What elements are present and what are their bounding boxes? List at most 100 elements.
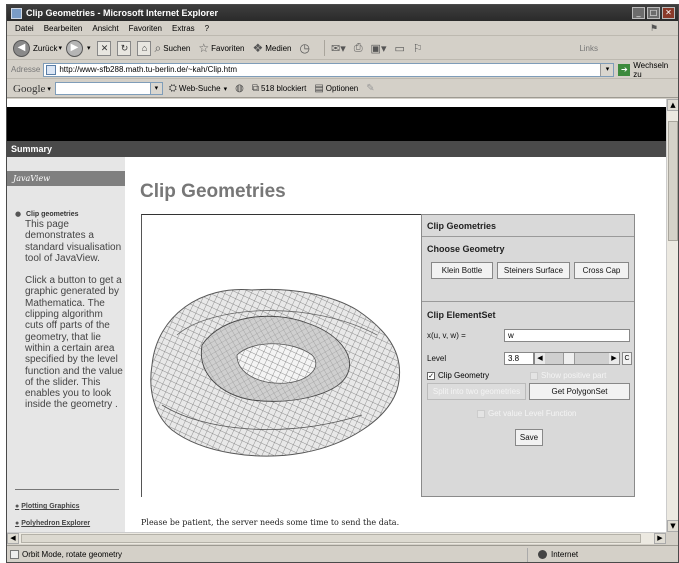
messenger-icon[interactable]: ⚐ (413, 42, 423, 55)
links-label[interactable]: Links (579, 44, 598, 53)
highlight-pen-icon[interactable]: ✎ (366, 83, 374, 94)
star-icon: ☆ (198, 41, 210, 55)
discuss-icon[interactable]: ▭ (394, 42, 404, 55)
status-bar: Orbit Mode, rotate geometry Internet (7, 545, 678, 562)
address-url[interactable]: http://www-sfb288.math.tu-berlin.de/~kah… (59, 65, 237, 74)
web-search-label: Web-Suche (178, 84, 221, 93)
back-arrow-icon[interactable]: ◀ (13, 39, 30, 57)
show-positive-label: Show positive part (541, 371, 607, 380)
klein-bottle-mesh (150, 288, 401, 457)
address-dropdown-icon[interactable]: ▾ (600, 63, 614, 76)
edit-icon[interactable]: ▣▾ (371, 42, 387, 55)
menu-extras[interactable]: Extras (172, 24, 195, 33)
go-button[interactable]: ➔ Wechseln zu (618, 61, 678, 79)
horizontal-scrollbar[interactable]: ◀ ▶ (7, 532, 666, 544)
scroll-up-icon[interactable]: ▲ (667, 99, 678, 111)
pagerank-icon[interactable]: ◍ (235, 83, 244, 94)
scroll-right-icon[interactable]: ▶ (654, 533, 666, 544)
patience-note: Please be patient, the server needs some… (141, 518, 400, 527)
level-value-input[interactable] (504, 352, 534, 365)
window-title: Clip Geometries - Microsoft Internet Exp… (26, 8, 219, 18)
level-label: Level (427, 354, 447, 363)
get-level-function-label: Get value Level Function (488, 409, 577, 418)
clip-geometry-label: Clip Geometry (438, 371, 490, 380)
menu-favoriten[interactable]: Favoriten (129, 24, 162, 33)
scroll-down-icon[interactable]: ▼ (667, 520, 678, 532)
clip-geometry-checkbox[interactable]: ✓ Clip Geometry (427, 371, 489, 380)
forward-dropdown-icon[interactable]: ▾ (87, 44, 91, 52)
steiners-surface-button[interactable]: Steiners Surface (497, 262, 570, 279)
horizontal-scroll-thumb[interactable] (21, 534, 641, 543)
address-input[interactable]: http://www-sfb288.math.tu-berlin.de/~kah… (43, 62, 615, 77)
stop-icon[interactable]: ✕ (97, 40, 112, 56)
refresh-icon[interactable]: ↻ (117, 40, 132, 56)
go-label: Wechseln zu (633, 60, 669, 79)
google-logo[interactable]: Google (13, 83, 45, 95)
web-search-button[interactable]: ⛭ Web-Suche ▾ (169, 83, 227, 94)
slider-right-arrow-icon[interactable]: ▶ (609, 353, 619, 364)
forward-arrow-icon[interactable]: ▶ (65, 39, 83, 57)
address-label: Adresse (11, 65, 41, 74)
get-polygonset-button[interactable]: Get PolygonSet (529, 383, 630, 400)
choose-geometry-heading: Choose Geometry (427, 244, 505, 254)
vertical-scrollbar[interactable]: ▲ ▼ (666, 99, 678, 532)
google-search-dropdown-icon[interactable]: ▾ (150, 82, 163, 95)
back-button-label[interactable]: Zurück (33, 44, 57, 53)
scroll-left-icon[interactable]: ◀ (7, 533, 19, 544)
get-level-function-checkbox[interactable]: Get value Level Function (477, 409, 577, 418)
klein-bottle-button[interactable]: Klein Bottle (431, 262, 493, 279)
google-search-input[interactable] (54, 82, 151, 95)
favorites-button-label: Favoriten (211, 43, 245, 53)
window-controls: _ □ ✕ (632, 7, 675, 19)
show-positive-checkbox[interactable]: Show positive part (530, 371, 606, 380)
print-icon[interactable]: ⎙ (354, 42, 363, 55)
split-geometries-button[interactable]: Split into two geometries (427, 383, 526, 400)
media-button[interactable]: ❖ Medien (252, 41, 291, 55)
options-button[interactable]: ▤ Optionen (314, 83, 358, 94)
magnifier-icon: ⌕ (154, 40, 162, 55)
menu-help[interactable]: ? (205, 24, 209, 33)
ie-app-icon (11, 7, 22, 19)
popup-blocker-button[interactable]: ⧉ 518 blockiert (252, 83, 307, 94)
scroll-corner (666, 532, 678, 544)
nav-link-plotting-graphics[interactable]: ● Plotting Graphics (15, 503, 80, 510)
level-slider[interactable]: ◀ ▶ (534, 352, 620, 365)
nav-current-item: ● Clip geometries This page demonstrates… (15, 209, 123, 422)
level-c-button[interactable]: C (622, 352, 632, 365)
google-menu-icon[interactable]: ▾ (47, 85, 51, 93)
close-button[interactable]: ✕ (662, 7, 675, 19)
clip-control-panel: Clip Geometries Choose Geometry Klein Bo… (421, 214, 635, 497)
favorites-button[interactable]: ☆ Favoriten (198, 41, 244, 55)
left-navigation: JavaView ● Clip geometries This page dem… (7, 157, 125, 532)
vertical-scroll-thumb[interactable] (668, 121, 678, 241)
toolbar-separator (323, 40, 325, 56)
slider-thumb[interactable] (563, 353, 576, 364)
nav-description-2: Click a button to get a graphic generate… (25, 275, 123, 411)
slider-left-arrow-icon[interactable]: ◀ (535, 353, 545, 364)
menu-ansicht[interactable]: Ansicht (92, 24, 118, 33)
menu-datei[interactable]: Datei (15, 24, 34, 33)
home-icon[interactable]: ⌂ (137, 40, 152, 56)
cross-cap-button[interactable]: Cross Cap (574, 262, 629, 279)
status-text: Orbit Mode, rotate geometry (22, 550, 123, 559)
geometry-viewer-canvas[interactable] (141, 214, 421, 497)
nav-link-polyhedron-explorer[interactable]: ● Polyhedron Explorer (15, 520, 90, 527)
zone-label: Internet (551, 550, 579, 559)
xuvw-input[interactable] (504, 329, 630, 342)
header-banner (7, 107, 666, 141)
back-dropdown-icon[interactable]: ▾ (58, 44, 62, 52)
maximize-button[interactable]: □ (647, 7, 660, 19)
check-icon: ✓ (427, 371, 435, 380)
popup-blocked-label: 518 blockiert (260, 84, 307, 93)
minimize-button[interactable]: _ (632, 7, 645, 19)
mail-icon[interactable]: ✉▾ (331, 42, 346, 55)
history-icon[interactable]: ◷ (300, 41, 310, 55)
panel-header: Clip Geometries (427, 221, 497, 231)
media-icon: ❖ (252, 41, 264, 55)
save-button[interactable]: Save (515, 429, 543, 446)
menu-bearbeiten[interactable]: Bearbeiten (44, 24, 83, 33)
nav-bullet-icon: ● (15, 503, 20, 510)
search-button[interactable]: ⌕ Suchen (154, 41, 190, 56)
nav-link-label[interactable]: Polyhedron Explorer (21, 520, 90, 527)
nav-link-label[interactable]: Plotting Graphics (21, 503, 79, 510)
